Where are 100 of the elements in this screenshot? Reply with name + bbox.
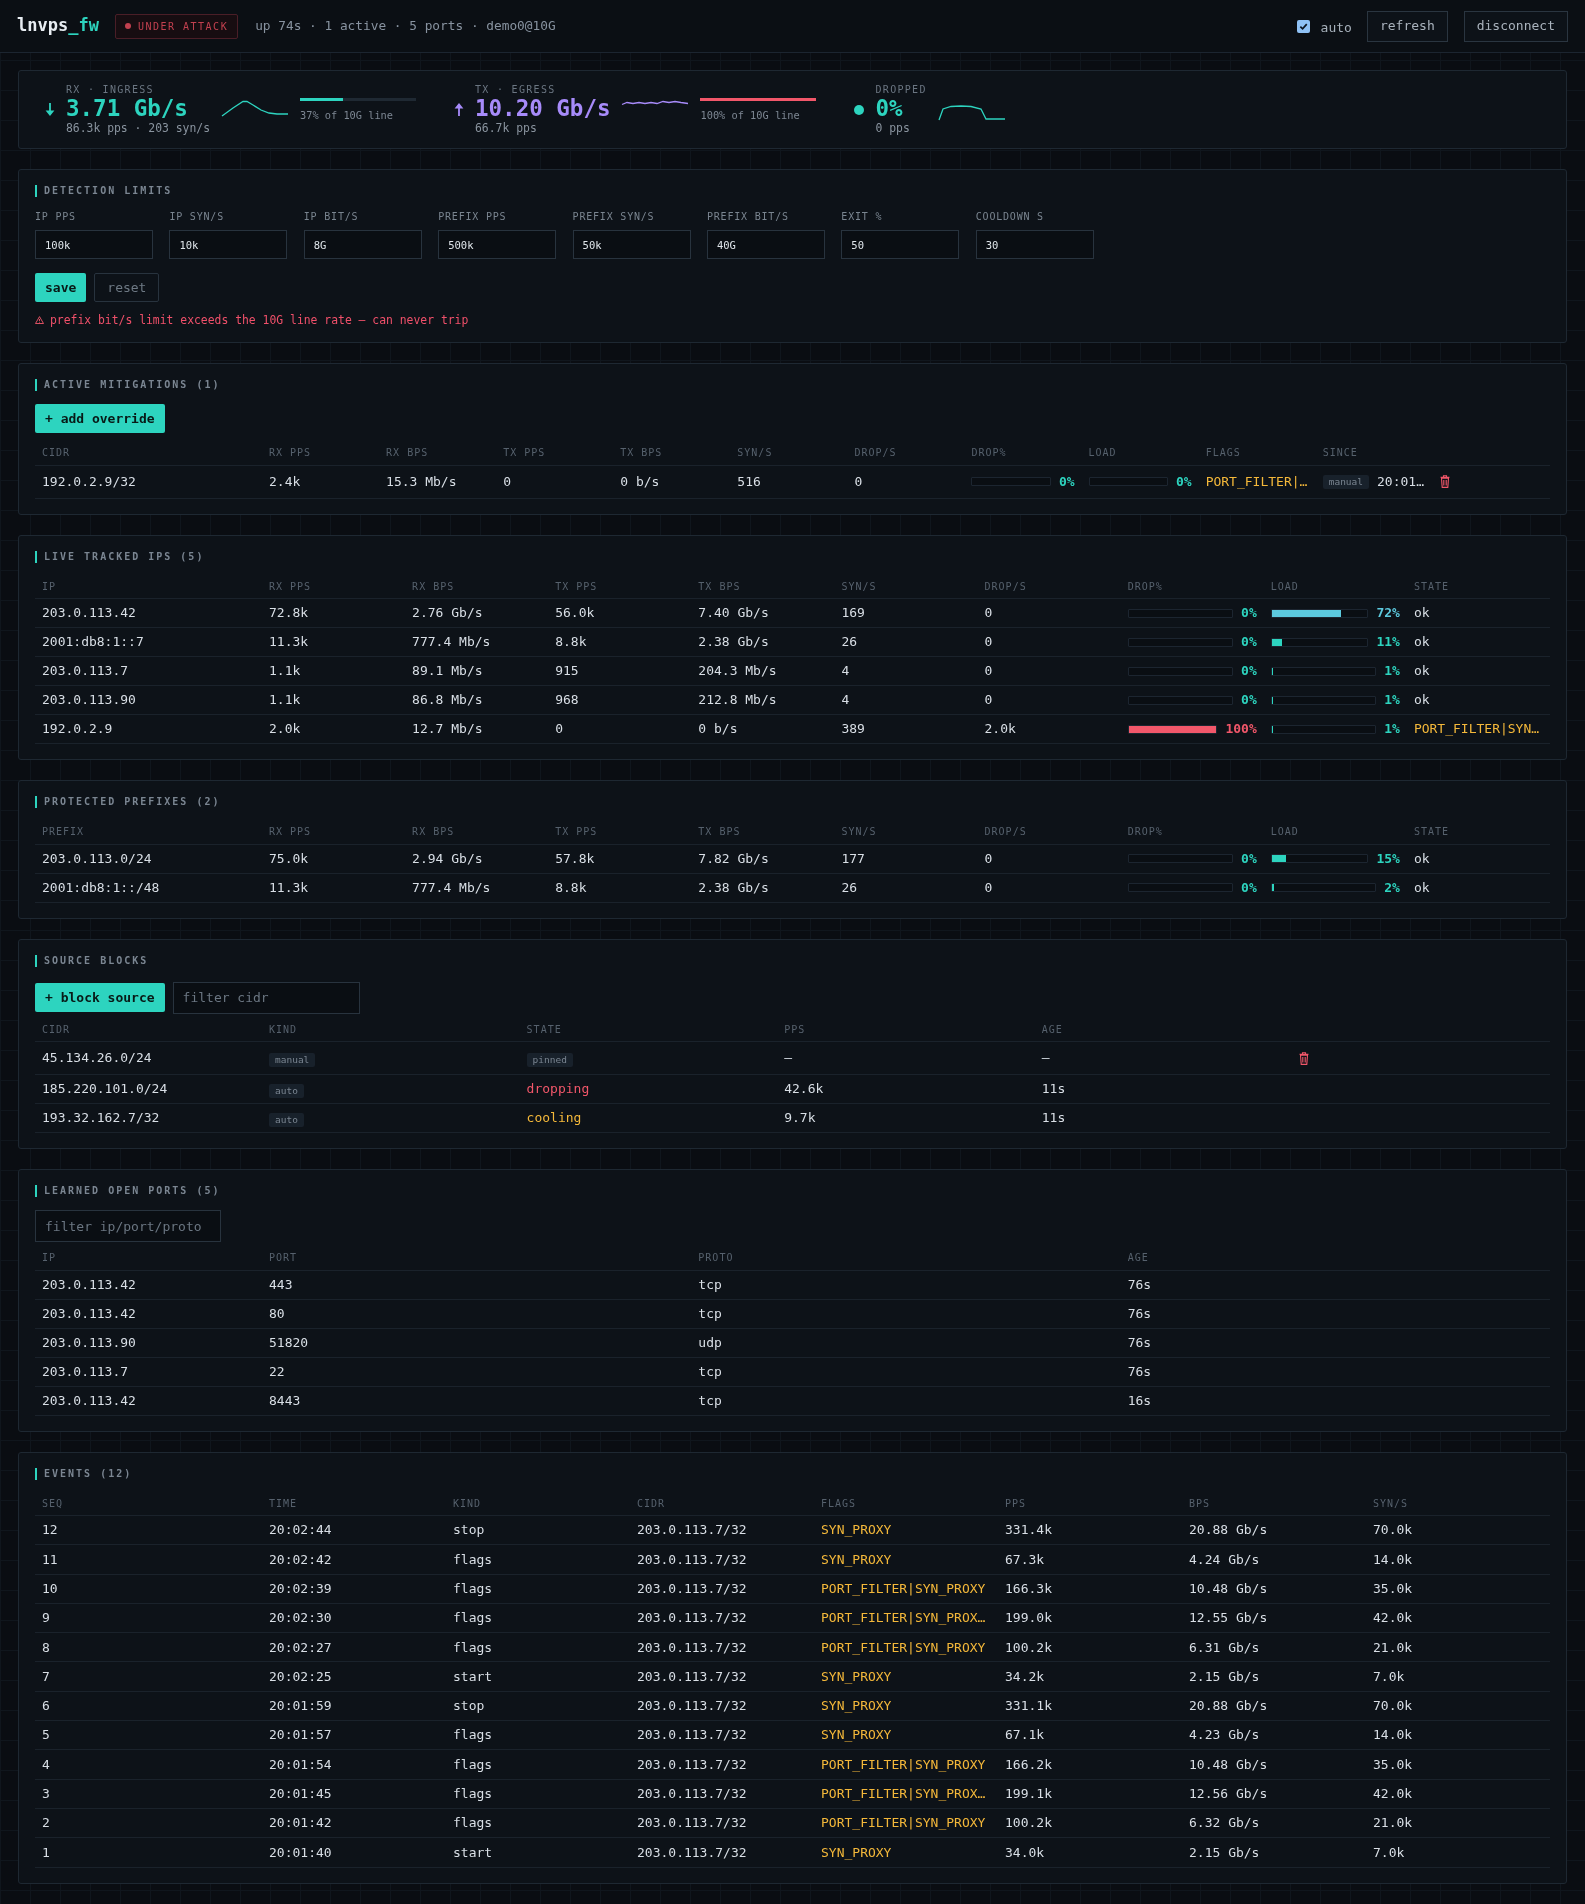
table-cell: 203.0.113.7/32 [630,1515,814,1545]
table-cell: dropping [519,1074,778,1104]
table-cell: 20:01:45 [262,1779,446,1809]
table-cell: 203.0.113.7/32 [630,1749,814,1780]
column-header: TX PPS [496,441,614,465]
limit-input[interactable]: 30 [975,230,1094,259]
column-header: RX BPS [405,574,549,599]
column-header: TX BPS [613,441,731,465]
limit-input[interactable]: 500k [438,230,557,259]
table-cell: 0 [977,598,1121,628]
table-cell: flags [446,1574,630,1604]
trash-icon[interactable] [1299,1051,1310,1065]
column-header: DROP% [1120,820,1264,844]
table-cell: cooling [519,1103,778,1133]
table-cell: PORT_FILTER|SYN_PROXY [814,1632,998,1662]
field-label: PREFIX SYN/S [572,210,655,223]
save-button[interactable]: save [35,273,87,302]
limit-input[interactable]: 10k [169,230,288,259]
column-header: CIDR [35,441,262,465]
table-cell: 0 [977,627,1121,657]
table-cell: 968 [548,685,692,715]
table-cell: PORT_FILTER|SYN_PROXY [814,1808,998,1838]
header-button[interactable]: refresh [1366,10,1448,42]
limit-input[interactable]: 8G [303,230,422,259]
filter-input[interactable]: filter cidr [172,981,360,1014]
table-cell: 20:01:42 [262,1808,446,1838]
table-cell: 12 [35,1515,262,1545]
table-cell: 203.0.113.0/24 [35,844,262,873]
table-cell: 4 [35,1749,262,1780]
column-header: DROP% [1120,574,1264,599]
load-percent: 15% [1376,849,1400,868]
auto-refresh-checkbox[interactable] [1296,19,1310,33]
table-cell: flags [446,1544,630,1575]
table-cell: 100.2k [998,1632,1182,1662]
table-cell: PORT_FILTER|SYN_PROX… [814,1779,998,1809]
table-cell: 443 [262,1270,692,1299]
stat-label: RX · INGRESS [66,83,154,96]
table-cell: ok [1406,685,1550,715]
table-cell: 203.0.113.7/32 [630,1808,814,1838]
table-cell: 203.0.113.7/32 [630,1779,814,1809]
drop-percent: 100% [1225,720,1257,739]
table-cell: 89.1 Mb/s [405,656,549,686]
column-header: TIME [262,1491,446,1516]
header-button[interactable]: disconnect [1463,10,1568,42]
limit-input[interactable]: 50 [841,230,960,259]
table-cell: 12.55 Gb/s [1182,1603,1366,1633]
column-header: PROTO [691,1246,1121,1270]
stat-value: 3.71 Gb/s [66,96,188,121]
table-cell: PORT_FILTER|… [1198,465,1316,498]
section-title: LIVE TRACKED IPS (5) [35,550,205,563]
field-label: IP BIT/S [303,210,359,223]
table-cell: SYN_PROXY [814,1515,998,1545]
table-cell: stop [446,1691,630,1721]
table-cell: tcp [691,1357,1121,1386]
status-label: UNDER ATTACK [137,19,229,34]
table-cell: 42.0k [1366,1779,1550,1809]
origin-tag: auto [269,1113,304,1127]
table-cell: 14.0k [1366,1544,1550,1575]
table-cell: 12.56 Gb/s [1182,1779,1366,1809]
table-cell: 4.23 Gb/s [1182,1720,1366,1750]
table-cell: 331.4k [998,1515,1182,1545]
table-cell: 185.220.101.0/24 [35,1074,262,1104]
column-header: TX PPS [548,574,692,599]
table-cell: 4.24 Gb/s [1182,1544,1366,1575]
add-override-button[interactable]: + add override [35,404,165,433]
limit-input[interactable]: 50k [572,230,691,259]
trash-icon[interactable] [1439,475,1450,488]
table-cell: 9.7k [777,1103,1035,1133]
limit-input[interactable]: 100k [35,230,153,259]
reset-button[interactable]: reset [94,273,160,302]
table-cell: 777.4 Mb/s [405,627,549,657]
column-header: BPS [1182,1491,1366,1516]
table-cell: flags [446,1779,630,1809]
table-cell: 35.0k [1366,1574,1550,1604]
column-header: DROP% [964,441,1082,465]
load-percent: 2% [1384,878,1400,897]
table-cell: 2001:db8:1::/48 [35,873,262,902]
table-cell: 2001:db8:1::7 [35,627,262,657]
table-cell: ok [1406,844,1550,873]
table-cell: 20:01:40 [262,1837,446,1868]
table-cell: 2.15 Gb/s [1182,1662,1366,1692]
stat-label: TX · EGRESS [475,83,556,96]
sparkline [937,104,1006,121]
table-cell: 20:01:59 [262,1691,446,1721]
table-cell: 67.3k [998,1544,1182,1575]
limit-input[interactable]: 40G [706,230,825,259]
since-time: 20:01… [1377,472,1424,491]
block-source-button[interactable]: + block source [35,983,165,1012]
stat-value: 0% [875,96,903,121]
table-cell: 67.1k [998,1720,1182,1750]
table-cell: 203.0.113.7/32 [630,1632,814,1662]
column-header: CIDR [35,1017,262,1042]
filter-input[interactable]: filter ip/port/proto [35,1210,221,1242]
table-cell: 20:01:57 [262,1720,446,1750]
table-cell: 2.0k [977,714,1121,744]
table-cell: 7 [35,1662,262,1692]
warning-message: prefix bit/s limit exceeds the 10G line rate — can never trip [50,313,469,327]
table-cell: 0 [847,465,965,498]
table-cell: SYN_PROXY [814,1720,998,1750]
table-cell: 76s [1120,1328,1550,1357]
